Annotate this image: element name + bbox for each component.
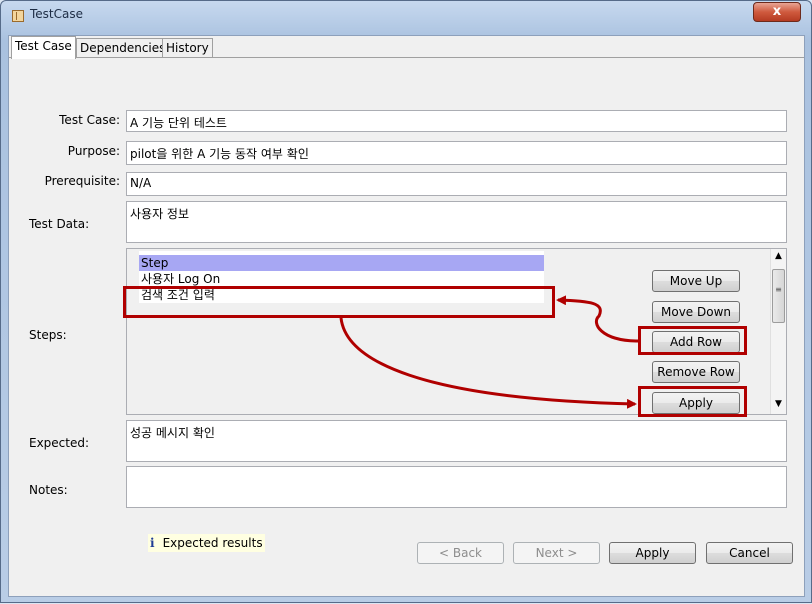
step-row-header[interactable]: Step	[139, 255, 544, 271]
purpose-field[interactable]: pilot을 위한 A 기능 동작 여부 확인	[126, 141, 787, 165]
tab-test-case[interactable]: Test Case	[11, 36, 76, 59]
cancel-button[interactable]: Cancel	[706, 542, 793, 564]
expected-field[interactable]: 성공 메시지 확인	[126, 420, 787, 462]
tab-strip: Test Case Dependencies History	[9, 36, 804, 59]
notes-label: Notes:	[29, 483, 68, 497]
step-row[interactable]: 사용자 Log On	[139, 271, 544, 287]
next-button[interactable]: Next >	[513, 542, 600, 564]
apply-button[interactable]: Apply	[609, 542, 696, 564]
test-data-field[interactable]: 사용자 정보	[126, 201, 787, 243]
title-bar[interactable]: TestCase x	[1, 1, 811, 31]
info-icon: i	[150, 536, 155, 550]
remove-row-button[interactable]: Remove Row	[652, 361, 740, 383]
highlight-apply-button	[638, 386, 747, 417]
info-hint: i Expected results	[148, 534, 265, 552]
window-title: TestCase	[30, 7, 83, 21]
purpose-label: Purpose:	[67, 144, 120, 158]
notes-field[interactable]	[126, 466, 787, 508]
document-icon	[12, 10, 24, 22]
prerequisite-label: Prerequisite:	[44, 174, 120, 188]
test-data-label: Test Data:	[29, 217, 90, 231]
testcase-window: TestCase x Test Case Dependencies Histor…	[0, 0, 812, 603]
move-up-button[interactable]: Move Up	[652, 270, 740, 292]
test-case-field[interactable]: A 기능 단위 테스트	[126, 110, 787, 132]
info-text: Expected results	[162, 536, 263, 550]
tab-dependencies[interactable]: Dependencies	[76, 38, 170, 58]
prerequisite-field[interactable]: N/A	[126, 172, 787, 196]
highlight-new-step-row	[123, 286, 555, 318]
tab-history[interactable]: History	[162, 38, 213, 58]
steps-label: Steps:	[29, 328, 67, 342]
test-case-label: Test Case:	[59, 113, 120, 127]
expected-label: Expected:	[29, 436, 90, 450]
scroll-up-arrow-icon[interactable]: ▲	[771, 249, 786, 264]
scroll-down-arrow-icon[interactable]: ▼	[771, 397, 786, 412]
move-down-button[interactable]: Move Down	[652, 301, 740, 323]
steps-scrollbar[interactable]: ▲ ≡ ▼	[770, 249, 786, 414]
close-button[interactable]: x	[753, 2, 801, 22]
highlight-add-row-button	[638, 326, 747, 355]
scroll-thumb[interactable]: ≡	[772, 269, 785, 323]
back-button[interactable]: < Back	[417, 542, 504, 564]
